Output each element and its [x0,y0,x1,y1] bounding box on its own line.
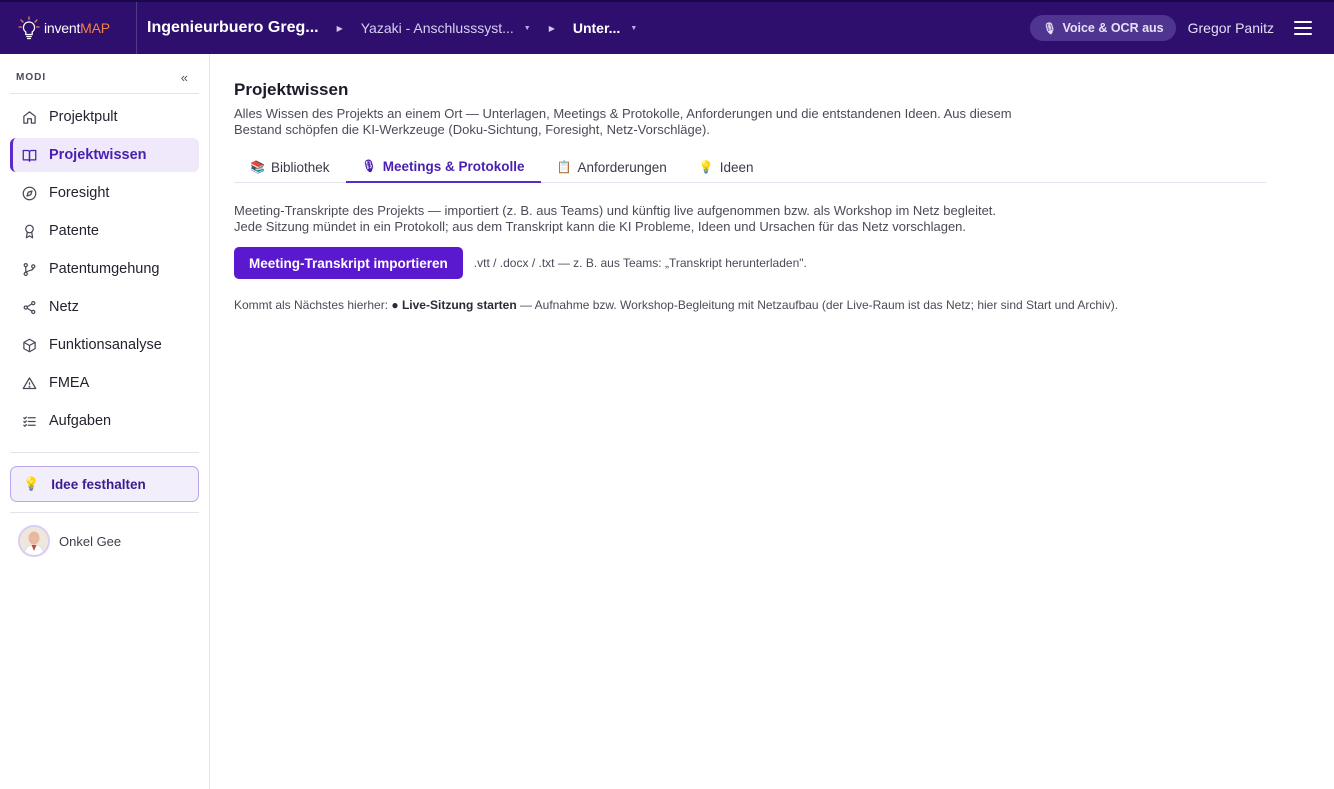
sidebar-section-label: MODI [16,72,47,83]
user-name[interactable]: Gregor Panitz [1188,20,1274,36]
divider [10,93,199,94]
microphone-icon: 🎙 [361,159,377,173]
chevron-down-icon: ▼ [630,24,638,32]
brand[interactable]: inventMAP [0,2,137,54]
microphone-icon: 🎙 [1042,22,1057,35]
sidebar-item-projektpult[interactable]: Projektpult [10,100,199,134]
sidebar-item-patente[interactable]: Patente [10,214,199,248]
tab-ideen[interactable]: 💡 Ideen [683,151,770,183]
tab-label: Meetings & Protokolle [382,158,525,174]
sidebar-item-foresight[interactable]: Foresight [10,176,199,210]
brand-name: inventMAP [44,20,110,36]
tab-bar: 📚 Bibliothek 🎙 Meetings & Protokolle 📋 A… [234,151,1266,183]
chevron-down-icon: ▼ [523,24,531,32]
assistant-user[interactable]: Onkel Gee [18,525,121,557]
voice-ocr-toggle[interactable]: 🎙 Voice & OCR aus [1030,15,1176,41]
sidebar-header: MODI « [16,70,188,85]
sidebar: MODI « Projektpult Projektwissen Foresig… [0,54,210,789]
top-bar: inventMAP Ingenieurbuero Greg... ▶ Yazak… [0,0,1334,54]
tab-label: Anforderungen [577,159,667,175]
lightbulb-icon: 💡 [698,160,714,174]
top-right-controls: 🎙 Voice & OCR aus Gregor Panitz [1030,15,1334,41]
sidebar-item-label: Foresight [49,185,110,201]
page-title: Projektwissen [234,80,349,99]
import-hint: .vtt / .docx / .txt — z. B. aus Teams: „… [473,256,807,270]
clipboard-icon: 📋 [556,160,572,174]
git-branch-icon [21,261,37,277]
hamburger-menu-icon[interactable] [1294,21,1312,35]
books-icon: 📚 [250,160,265,174]
share-icon [21,299,37,315]
assistant-name: Onkel Gee [59,533,122,549]
sidebar-item-funktionsanalyse[interactable]: Funktionsanalyse [10,328,199,362]
sidebar-item-label: Patentumgehung [49,261,160,277]
sidebar-item-label: FMEA [49,375,90,391]
divider [10,512,199,513]
lightbulb-icon: 💡 [23,476,40,491]
tab-anforderungen[interactable]: 📋 Anforderungen [541,151,683,183]
avatar [18,525,50,557]
home-icon [21,109,37,125]
cube-icon [21,337,37,353]
breadcrumb-project-label: Yazaki - Anschlusssyst... [360,20,514,36]
sidebar-item-label: Projektwissen [49,147,147,163]
tab-bibliothek[interactable]: 📚 Bibliothek [234,151,346,183]
tab-label: Bibliothek [270,159,330,175]
sidebar-item-patentumgehung[interactable]: Patentumgehung [10,252,199,286]
breadcrumb-org[interactable]: Ingenieurbuero Greg... [147,19,319,37]
sidebar-item-label: Funktionsanalyse [49,337,162,353]
main-content: Projektwissen Alles Wissen des Projekts … [234,80,1266,312]
sidebar-item-label: Patente [49,223,99,239]
sidebar-item-aufgaben[interactable]: Aufgaben [10,404,199,438]
sidebar-item-label: Aufgaben [49,413,112,429]
page-description: Alles Wissen des Projekts an einem Ort —… [234,106,1012,137]
award-icon [21,223,37,239]
breadcrumb-separator-icon: ▶ [336,23,343,33]
meetings-description: Meeting-Transkripte des Projekts — impor… [234,203,997,234]
breadcrumb-sub-label: Unter... [572,20,621,36]
import-row: Meeting-Transkript importieren .vtt / .d… [234,247,1266,279]
capture-idea-button[interactable]: 💡 Idee festhalten [10,466,199,502]
import-transcript-button[interactable]: Meeting-Transkript importieren [234,247,463,279]
coming-next-suffix: — Aufnahme bzw. Workshop-Begleitung mit … [516,298,1119,312]
sidebar-item-label: Projektpult [49,109,118,125]
capture-idea-label: Idee festhalten [51,476,146,492]
lightbulb-logo-icon [18,16,40,40]
compass-icon [21,185,37,201]
sidebar-item-netz[interactable]: Netz [10,290,199,324]
sidebar-item-fmea[interactable]: FMEA [10,366,199,400]
tab-label: Ideen [719,159,754,175]
tab-meetings-protokolle[interactable]: 🎙 Meetings & Protokolle [345,151,541,183]
book-icon [21,147,37,163]
collapse-sidebar-icon[interactable]: « [181,70,188,85]
sidebar-nav: Projektpult Projektwissen Foresight Pate… [10,100,199,442]
warning-icon [21,375,37,391]
sidebar-item-projektwissen[interactable]: Projektwissen [10,138,199,172]
coming-next-note: Kommt als Nächstes hierher: ● Live-Sitzu… [234,298,1266,312]
breadcrumb-separator-icon: ▶ [548,23,555,33]
breadcrumb-project[interactable]: Yazaki - Anschlusssyst... ▼ [361,20,531,36]
divider [10,452,199,453]
breadcrumb-sub[interactable]: Unter... ▼ [573,20,637,36]
coming-next-prefix: Kommt als Nächstes hierher: [234,298,392,312]
live-session-label: ● Live-Sitzung starten [391,298,517,312]
voice-ocr-label: Voice & OCR aus [1062,21,1164,35]
sidebar-item-label: Netz [49,299,79,315]
list-icon [21,413,37,429]
